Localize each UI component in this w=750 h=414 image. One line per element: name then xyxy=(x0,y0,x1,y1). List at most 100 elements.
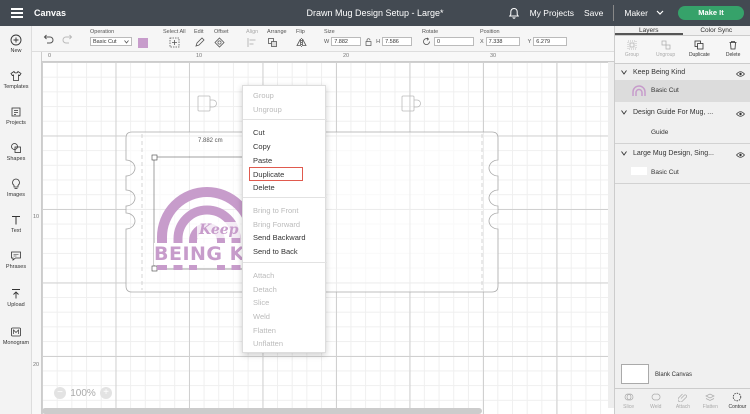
layer-item-label: Basic Cut xyxy=(651,87,679,94)
menu-item-send-backward[interactable]: Send Backward xyxy=(253,233,306,242)
zoom-in-button[interactable]: + xyxy=(99,387,112,399)
machine-label: Maker xyxy=(624,8,648,18)
menu-item-group: Group xyxy=(253,91,274,100)
group-button: Group xyxy=(615,36,649,63)
layer-group-header[interactable]: Design Guide For Mug, ... xyxy=(621,109,713,116)
sidebar-item-projects[interactable]: Projects xyxy=(0,106,32,126)
sidebar-label: Monogram xyxy=(2,340,30,346)
layer-item[interactable]: Basic Cut xyxy=(615,162,750,184)
duplicate-icon xyxy=(694,40,704,50)
height-input[interactable]: 7.586 xyxy=(382,37,413,46)
redo-icon[interactable] xyxy=(62,34,74,44)
size-group: Size W 7.882 H 7.586 xyxy=(324,29,413,46)
zoom-out-button[interactable]: − xyxy=(54,387,66,399)
layer-group: Design Guide For Mug, ... Guide xyxy=(615,102,750,144)
sidebar-label: Templates xyxy=(3,84,29,90)
white-layer-thumbnail xyxy=(631,167,647,175)
position-group: Position X 7.338 Y 6.279 xyxy=(480,29,568,46)
menu-item-unflatten: Unflatten xyxy=(253,339,284,348)
save-button[interactable]: Save xyxy=(584,8,603,18)
operation-label: Operation xyxy=(90,29,115,35)
group-icon xyxy=(627,40,637,50)
sidebar-item-phrases[interactable]: Phrases xyxy=(0,250,32,270)
make-it-button[interactable]: Make It xyxy=(678,6,744,20)
sidebar-item-templates[interactable]: Templates xyxy=(0,70,32,90)
sidebar-label: Shapes xyxy=(6,156,26,162)
horizontal-scrollbar[interactable] xyxy=(42,408,482,414)
contour-label: Contour xyxy=(728,404,747,410)
sidebar-item-text[interactable]: Text xyxy=(0,214,32,234)
layer-group-header[interactable]: Large Mug Design, Sing... xyxy=(621,150,714,157)
layer-group-header[interactable]: Keep Being Kind xyxy=(621,69,685,76)
sidebar-item-new[interactable]: New xyxy=(0,34,32,54)
operation-color-swatch[interactable] xyxy=(138,38,148,48)
align-label: Align xyxy=(246,29,259,35)
sidebar-item-images[interactable]: Images xyxy=(0,178,32,198)
layer-item[interactable]: Basic Cut xyxy=(615,80,750,102)
flip-icon xyxy=(296,38,307,47)
sidebar-item-monogram[interactable]: Monogram xyxy=(0,326,32,346)
menu-divider xyxy=(243,197,327,198)
menu-item-cut[interactable]: Cut xyxy=(253,128,265,137)
menu-item-send-to-back[interactable]: Send to Back xyxy=(253,247,298,256)
arrange-button[interactable]: Arrange xyxy=(267,29,287,50)
duplicate-button[interactable]: Duplicate xyxy=(683,36,717,63)
eye-icon[interactable] xyxy=(736,111,745,117)
bell-icon[interactable] xyxy=(508,7,520,19)
contour-icon xyxy=(733,392,742,402)
attach-label: Attach xyxy=(675,404,691,410)
undo-icon[interactable] xyxy=(42,34,54,44)
lock-icon[interactable] xyxy=(365,37,372,46)
topbar-divider xyxy=(613,5,615,21)
weld-button: Weld xyxy=(642,389,669,414)
operation-select[interactable]: Basic Cut xyxy=(90,37,132,46)
menu-hamburger-icon[interactable] xyxy=(0,12,34,14)
monogram-icon xyxy=(11,327,21,337)
machine-select[interactable]: Maker xyxy=(624,8,664,18)
layer-item-label: Guide xyxy=(651,129,669,136)
tab-layers[interactable]: Layers xyxy=(615,26,683,35)
delete-button[interactable]: Delete xyxy=(716,36,750,63)
layer-item[interactable]: Guide xyxy=(615,122,750,144)
select-all-button[interactable]: Select All xyxy=(163,29,186,50)
layer-actions: Group Ungroup Duplicate Delete xyxy=(615,36,750,64)
menu-item-delete[interactable]: Delete xyxy=(253,183,275,192)
ungroup-button: Ungroup xyxy=(649,36,683,63)
menu-item-paste[interactable]: Paste xyxy=(253,156,272,165)
attach-button: Attach xyxy=(669,389,696,414)
menu-item-copy[interactable]: Copy xyxy=(253,142,271,151)
delete-label: Delete xyxy=(725,52,741,58)
my-projects-link[interactable]: My Projects xyxy=(530,8,574,18)
align-icon xyxy=(247,38,256,47)
menu-divider xyxy=(243,119,327,120)
group-label: Group xyxy=(624,52,639,58)
contour-button[interactable]: Contour xyxy=(724,389,750,414)
edit-button[interactable]: Edit xyxy=(194,29,205,50)
layer-group-title: Large Mug Design, Sing... xyxy=(633,150,714,157)
eye-icon[interactable] xyxy=(736,71,745,77)
eye-icon[interactable] xyxy=(736,152,745,158)
sidebar-item-shapes[interactable]: Shapes xyxy=(0,142,32,162)
sidebar-item-upload[interactable]: Upload xyxy=(0,288,32,308)
zoom-control: − 100% + xyxy=(54,386,112,400)
tab-color-sync[interactable]: Color Sync xyxy=(683,26,750,35)
blank-canvas-swatch[interactable] xyxy=(621,364,649,384)
folder-icon xyxy=(11,107,21,117)
flatten-icon xyxy=(705,393,715,401)
width-input[interactable]: 7.882 xyxy=(331,37,362,46)
flip-button[interactable]: Flip xyxy=(296,29,307,50)
offset-button[interactable]: Offset xyxy=(214,29,229,50)
blank-canvas-label: Blank Canvas xyxy=(655,372,693,378)
chevron-down-icon xyxy=(621,70,627,75)
plus-icon xyxy=(10,34,22,46)
rotate-input[interactable]: 0 xyxy=(434,37,474,46)
layers-panel: Layers Color Sync Group Ungroup Duplicat… xyxy=(614,26,750,414)
menu-item-attach: Attach xyxy=(253,271,275,280)
y-input[interactable]: 6.279 xyxy=(533,37,568,46)
menu-item-ungroup: Ungroup xyxy=(253,105,282,114)
sidebar-label: Images xyxy=(6,192,26,198)
sidebar-label: Upload xyxy=(7,302,25,308)
x-input[interactable]: 7.338 xyxy=(485,37,520,46)
operation-value: Basic Cut xyxy=(93,39,117,45)
layer-item-label: Basic Cut xyxy=(651,169,679,176)
